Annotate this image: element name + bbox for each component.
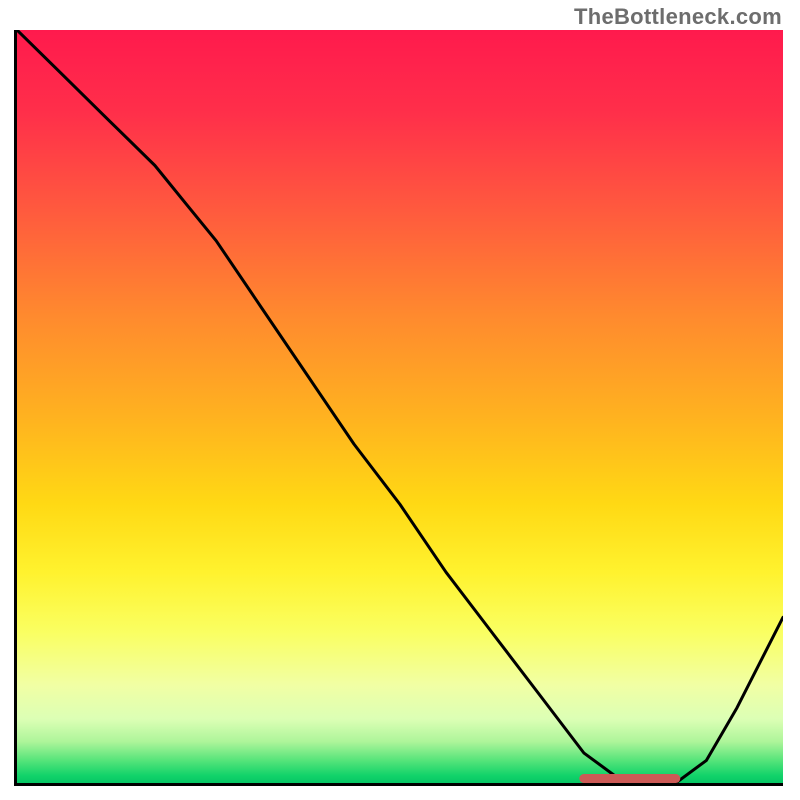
x-axis-line	[14, 783, 783, 786]
bottleneck-curve	[17, 30, 783, 783]
bottleneck-chart: TheBottleneck.com	[0, 0, 800, 800]
chart-svg	[17, 30, 783, 783]
chart-plot-area	[17, 30, 783, 783]
attribution-text: TheBottleneck.com	[574, 4, 782, 30]
y-axis-line	[14, 30, 17, 783]
